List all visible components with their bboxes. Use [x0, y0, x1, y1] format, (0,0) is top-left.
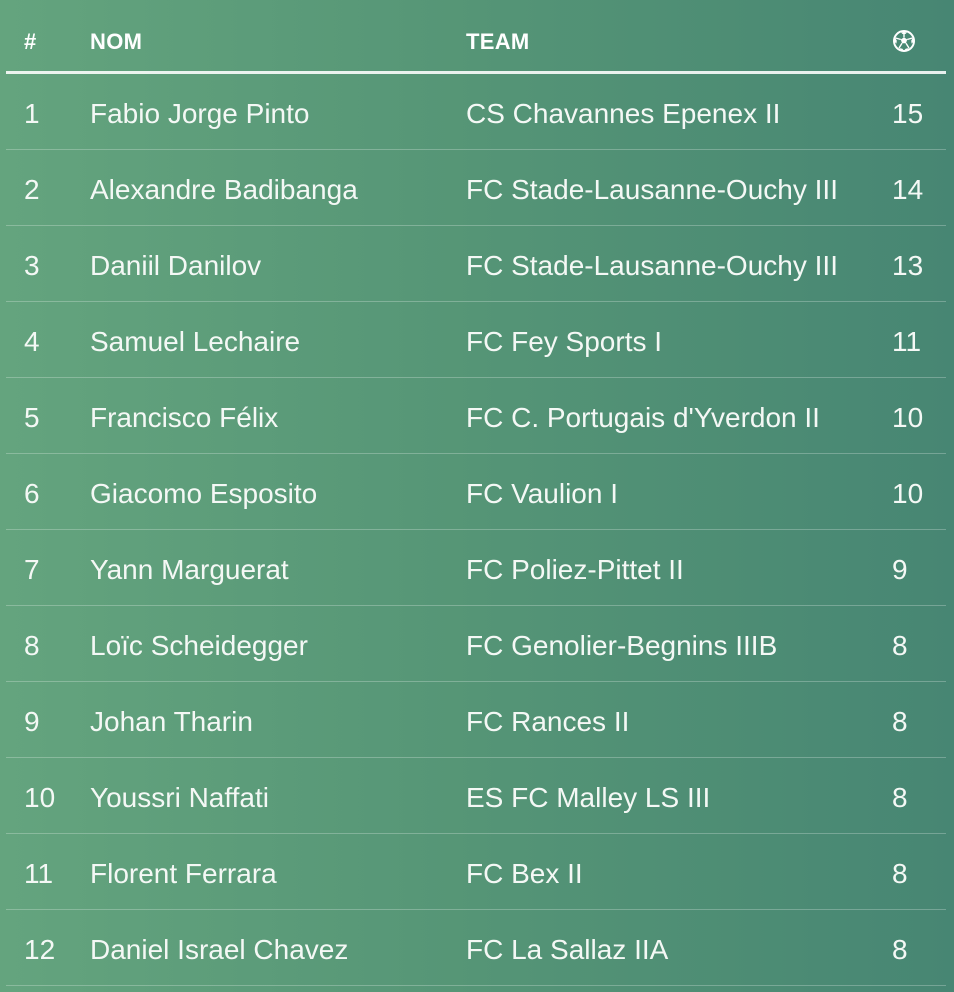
team-cell: FC Poliez-Pittet II — [466, 554, 684, 585]
rank-cell: 5 — [24, 402, 40, 433]
goals-cell: 15 — [892, 98, 924, 129]
rank-cell: 7 — [24, 554, 40, 585]
table-row[interactable]: 7 Yann Marguerat FC Poliez-Pittet II 9 — [6, 530, 946, 606]
goals-cell: 9 — [892, 554, 908, 585]
player-name-cell: Youssri Naffati — [90, 782, 269, 813]
table-body: 1 Fabio Jorge Pinto CS Chavannes Epenex … — [6, 74, 946, 986]
soccer-ball-icon — [893, 30, 915, 52]
goals-cell: 14 — [892, 174, 924, 205]
table-row[interactable]: 9 Johan Tharin FC Rances II 8 — [6, 682, 946, 758]
team-cell: CS Chavannes Epenex II — [466, 98, 781, 129]
rank-cell: 2 — [24, 174, 40, 205]
table-row[interactable]: 8 Loïc Scheidegger FC Genolier-Begnins I… — [6, 606, 946, 682]
team-cell: FC Vaulion I — [466, 478, 618, 509]
team-cell: FC Fey Sports I — [466, 326, 663, 357]
player-name-cell: Alexandre Badibanga — [90, 174, 358, 205]
rank-cell: 1 — [24, 98, 40, 129]
rank-cell: 12 — [24, 934, 56, 965]
table-row[interactable]: 12 Daniel Israel Chavez FC La Sallaz IIA… — [6, 910, 946, 986]
goals-cell: 11 — [892, 326, 922, 357]
team-cell: FC Bex II — [466, 858, 583, 889]
table-row[interactable]: 1 Fabio Jorge Pinto CS Chavannes Epenex … — [6, 74, 946, 150]
table-row[interactable]: 10 Youssri Naffati ES FC Malley LS III 8 — [6, 758, 946, 834]
team-cell: FC Genolier-Begnins IIIB — [466, 630, 778, 661]
table-header: # NOM TEAM — [6, 0, 946, 74]
goals-cell: 8 — [892, 858, 908, 889]
player-name-cell: Daniil Danilov — [90, 250, 262, 281]
table-row[interactable]: 4 Samuel Lechaire FC Fey Sports I 11 — [6, 302, 946, 378]
goals-cell: 8 — [892, 934, 908, 965]
team-cell: ES FC Malley LS III — [466, 782, 711, 813]
player-name-cell: Johan Tharin — [90, 706, 253, 737]
player-name-cell: Florent Ferrara — [90, 858, 277, 889]
team-cell: FC Stade-Lausanne-Ouchy III — [466, 174, 838, 205]
goals-cell: 10 — [892, 478, 924, 509]
name-column-header: NOM — [90, 29, 143, 54]
goals-cell: 13 — [892, 250, 924, 281]
player-name-cell: Samuel Lechaire — [90, 326, 301, 357]
team-cell: FC C. Portugais d'Yverdon II — [466, 402, 820, 433]
player-name-cell: Giacomo Esposito — [90, 478, 318, 509]
team-cell: FC Rances II — [466, 706, 630, 737]
goals-cell: 8 — [892, 630, 908, 661]
rank-column-header: # — [24, 29, 37, 54]
rank-cell: 3 — [24, 250, 40, 281]
player-name-cell: Fabio Jorge Pinto — [90, 98, 310, 129]
rank-cell: 9 — [24, 706, 40, 737]
player-name-cell: Loïc Scheidegger — [90, 630, 308, 661]
player-name-cell: Francisco Félix — [90, 402, 279, 433]
player-name-cell: Yann Marguerat — [90, 554, 289, 585]
goals-cell: 8 — [892, 706, 908, 737]
rank-cell: 11 — [24, 858, 54, 889]
rank-cell: 4 — [24, 326, 40, 357]
top-scorers-table: # NOM TEAM 1 Fabio Jorge Pinto CS Chavan… — [6, 0, 946, 986]
team-column-header: TEAM — [466, 29, 530, 54]
table-row[interactable]: 11 Florent Ferrara FC Bex II 8 — [6, 834, 946, 910]
table-row[interactable]: 5 Francisco Félix FC C. Portugais d'Yver… — [6, 378, 946, 454]
table-row[interactable]: 6 Giacomo Esposito FC Vaulion I 10 — [6, 454, 946, 530]
team-cell: FC Stade-Lausanne-Ouchy III — [466, 250, 838, 281]
rank-cell: 10 — [24, 782, 56, 813]
rank-cell: 8 — [24, 630, 40, 661]
team-cell: FC La Sallaz IIA — [466, 934, 669, 965]
table-row[interactable]: 3 Daniil Danilov FC Stade-Lausanne-Ouchy… — [6, 226, 946, 302]
player-name-cell: Daniel Israel Chavez — [90, 934, 349, 965]
table-row[interactable]: 2 Alexandre Badibanga FC Stade-Lausanne-… — [6, 150, 946, 226]
goals-cell: 10 — [892, 402, 924, 433]
goals-cell: 8 — [892, 782, 908, 813]
rank-cell: 6 — [24, 478, 40, 509]
